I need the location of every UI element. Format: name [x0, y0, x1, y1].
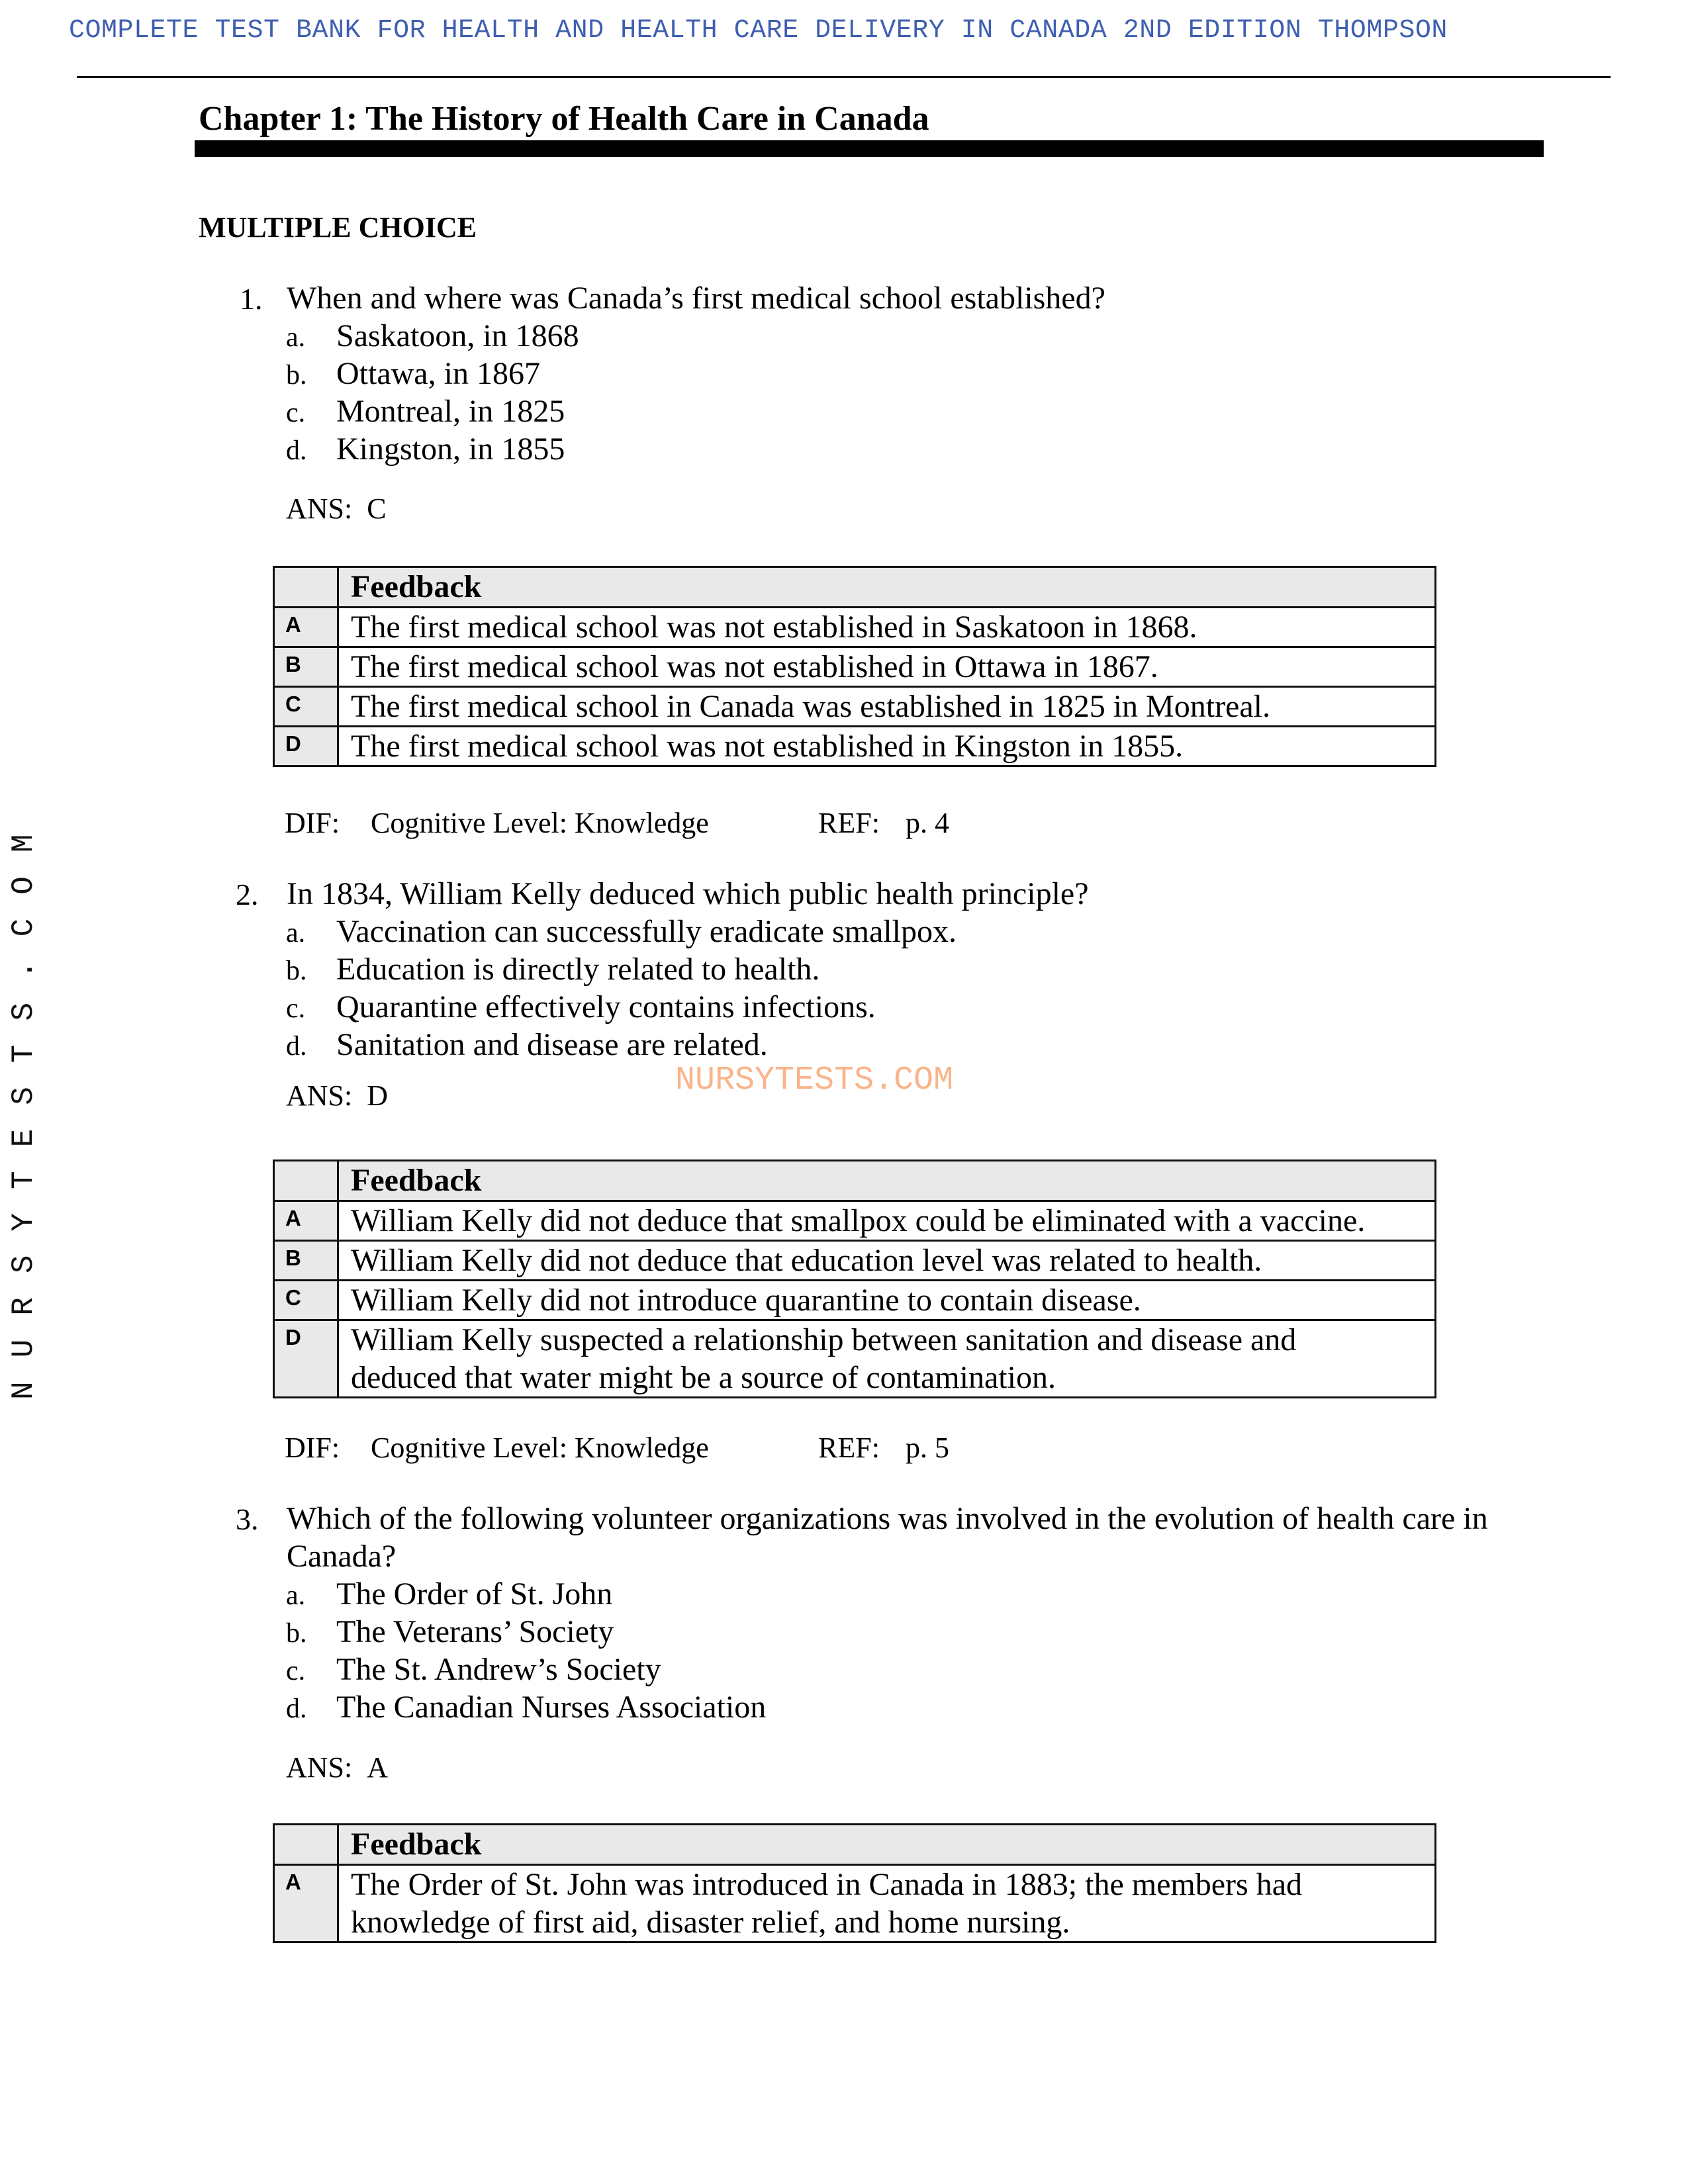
ref-label: REF: [818, 1432, 880, 1464]
feedback-header: Feedback [337, 1160, 1436, 1202]
feedback-letter-header [273, 1160, 339, 1202]
option-letter: c. [286, 1656, 306, 1686]
feedback-row: D The first medical school was not establ… [273, 725, 1436, 767]
option-letter: a. [286, 1580, 306, 1611]
feedback-header: Feedback [337, 566, 1436, 608]
question-text-continued: Canada? [287, 1539, 397, 1574]
chapter-title: Chapter 1: The History of Health Care in… [199, 100, 929, 138]
feedback-letter: C [273, 686, 339, 727]
center-watermark: NURSYTESTS.COM [675, 1062, 954, 1099]
ref-value: p. 5 [906, 1432, 949, 1464]
dif-label: DIF: [285, 1432, 340, 1464]
option-letter: a. [286, 322, 306, 353]
feedback-header: Feedback [337, 1823, 1436, 1866]
feedback-row: C The first medical school in Canada was … [273, 686, 1436, 727]
side-watermark: NURSYTESTS.COM [7, 810, 41, 1400]
section-heading: MULTIPLE CHOICE [199, 211, 477, 244]
option-text: The Order of St. John [336, 1576, 613, 1612]
option-letter: d. [286, 435, 307, 466]
answer-line: ANS: D [286, 1079, 388, 1113]
dif-value: Cognitive Level: Knowledge [371, 1432, 709, 1464]
answer-line: ANS: A [286, 1751, 388, 1784]
feedback-table: Feedback A The first medical school was n… [273, 566, 1436, 767]
feedback-text: The Order of St. John was introduced in … [337, 1864, 1436, 1943]
question-text: When and where was Canada’s first medica… [287, 281, 1105, 316]
option-letter: c. [286, 993, 306, 1024]
option-text: Montreal, in 1825 [336, 394, 565, 429]
answer-label: ANS: [286, 492, 353, 525]
question-number: 1. [240, 282, 263, 316]
feedback-letter-header [273, 566, 339, 608]
feedback-text: William Kelly did not deduce that smallp… [337, 1200, 1436, 1242]
question-text: Which of the following volunteer organiz… [287, 1501, 1488, 1536]
option-letter: d. [286, 1031, 307, 1062]
feedback-letter: A [273, 1200, 339, 1242]
feedback-table: Feedback A William Kelly did not deduce t… [273, 1160, 1436, 1398]
feedback-text: William Kelly suspected a relationship b… [337, 1319, 1436, 1398]
ref-label: REF: [818, 807, 880, 839]
header-divider [77, 76, 1611, 78]
feedback-letter: C [273, 1279, 339, 1321]
answer-value: D [367, 1079, 389, 1112]
option-letter: c. [286, 398, 306, 428]
feedback-row: A The Order of St. John was introduced in… [273, 1864, 1436, 1943]
feedback-row: B William Kelly did not deduce that educa… [273, 1240, 1436, 1281]
question-number: 2. [236, 878, 259, 911]
option-text: Vaccination can successfully eradicate s… [336, 914, 957, 949]
option-letter: d. [286, 1694, 307, 1724]
feedback-text: The first medical school was not establi… [337, 606, 1436, 648]
feedback-row: B The first medical school was not establ… [273, 646, 1436, 688]
feedback-row: A The first medical school was not establ… [273, 606, 1436, 648]
feedback-row: D William Kelly suspected a relationship … [273, 1319, 1436, 1398]
feedback-row: C William Kelly did not introduce quarant… [273, 1279, 1436, 1321]
feedback-text: William Kelly did not introduce quaranti… [337, 1279, 1436, 1321]
feedback-text: William Kelly did not deduce that educat… [337, 1240, 1436, 1281]
feedback-text: The first medical school was not establi… [337, 725, 1436, 767]
feedback-text: The first medical school in Canada was e… [337, 686, 1436, 727]
ref-value: p. 4 [906, 807, 949, 839]
answer-value: A [367, 1751, 389, 1784]
option-letter: b. [286, 360, 307, 390]
option-text: Sanitation and disease are related. [336, 1027, 768, 1062]
chapter-title-bar [195, 140, 1544, 157]
feedback-row: A William Kelly did not deduce that small… [273, 1200, 1436, 1242]
feedback-letter: D [273, 1319, 339, 1398]
option-text: The Canadian Nurses Association [336, 1690, 767, 1725]
option-text: The Veterans’ Society [336, 1614, 614, 1649]
option-text: Ottawa, in 1867 [336, 356, 540, 391]
feedback-letter-header [273, 1823, 339, 1866]
feedback-text: The first medical school was not establi… [337, 646, 1436, 688]
option-text: Quarantine effectively contains infectio… [336, 989, 876, 1024]
dif-label: DIF: [285, 807, 340, 839]
feedback-letter: A [273, 1864, 339, 1943]
feedback-letter: A [273, 606, 339, 648]
option-letter: b. [286, 956, 307, 986]
question-text: In 1834, William Kelly deduced which pub… [287, 876, 1089, 911]
feedback-letter: B [273, 1240, 339, 1281]
feedback-letter: B [273, 646, 339, 688]
dif-value: Cognitive Level: Knowledge [371, 807, 709, 839]
option-text: The St. Andrew’s Society [336, 1652, 661, 1687]
option-letter: a. [286, 918, 306, 948]
option-text: Education is directly related to health. [336, 952, 820, 987]
document-header-title: COMPLETE TEST BANK FOR HEALTH AND HEALTH… [69, 16, 1448, 46]
option-text: Kingston, in 1855 [336, 432, 565, 467]
feedback-letter: D [273, 725, 339, 767]
answer-label: ANS: [286, 1751, 353, 1784]
option-text: Saskatoon, in 1868 [336, 318, 579, 353]
answer-label: ANS: [286, 1079, 353, 1112]
answer-line: ANS: C [286, 492, 387, 525]
question-number: 3. [236, 1502, 259, 1536]
option-letter: b. [286, 1618, 307, 1649]
answer-value: C [367, 492, 387, 525]
feedback-table: Feedback A The Order of St. John was intr… [273, 1823, 1436, 1943]
